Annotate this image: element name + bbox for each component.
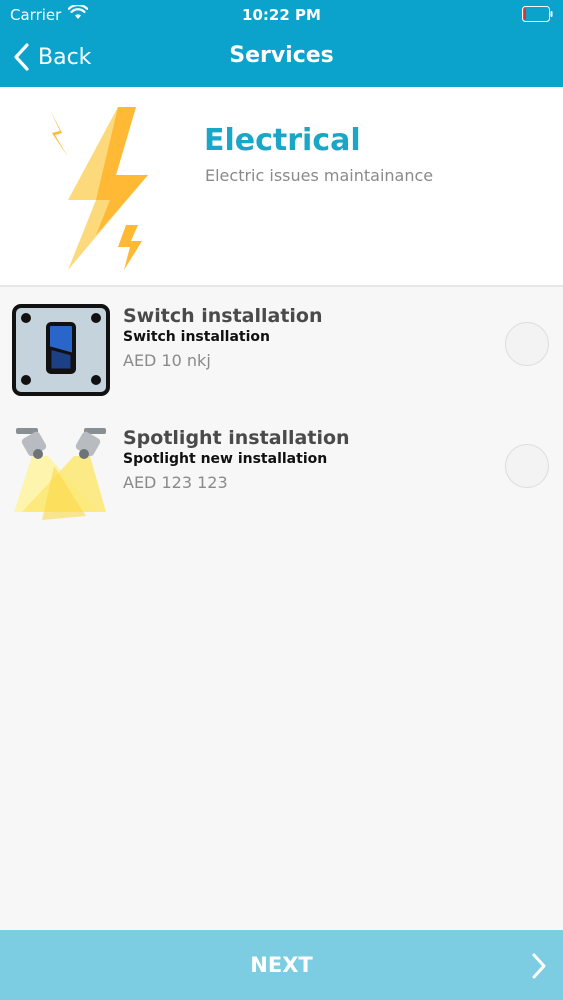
select-radio-button[interactable]: [505, 444, 549, 488]
spotlight-icon: [14, 428, 106, 520]
select-radio-button[interactable]: [505, 322, 549, 366]
service-list: Switch installation Switch installation …: [0, 300, 563, 544]
category-title: Electrical: [204, 123, 361, 158]
lightning-bolt-icon: [50, 107, 148, 270]
page-title: Services: [229, 43, 334, 68]
service-item-switch[interactable]: Switch installation Switch installation …: [0, 300, 563, 422]
navigation-bar: Back Services: [0, 30, 563, 87]
light-switch-icon: [12, 304, 110, 396]
service-name: Spotlight installation: [123, 427, 350, 449]
chevron-right-icon: [532, 953, 546, 979]
battery-icon: [522, 6, 553, 22]
service-subtitle: Spotlight new installation: [123, 451, 328, 467]
category-header: Electrical Electric issues maintainance: [0, 87, 563, 287]
next-label: NEXT: [250, 953, 313, 977]
service-name: Switch installation: [123, 305, 323, 327]
status-bar: Carrier 10:22 PM: [0, 0, 563, 30]
app-header: Carrier 10:22 PM Back Services: [0, 0, 563, 87]
status-time: 10:22 PM: [242, 6, 321, 24]
service-price: AED 123 123: [123, 473, 228, 492]
service-subtitle: Switch installation: [123, 329, 271, 345]
service-item-spotlight[interactable]: Spotlight installation Spotlight new ins…: [0, 422, 563, 544]
next-button[interactable]: NEXT: [0, 930, 563, 1000]
service-price: AED 10 nkj: [123, 351, 211, 370]
category-subtitle: Electric issues maintainance: [205, 166, 434, 185]
